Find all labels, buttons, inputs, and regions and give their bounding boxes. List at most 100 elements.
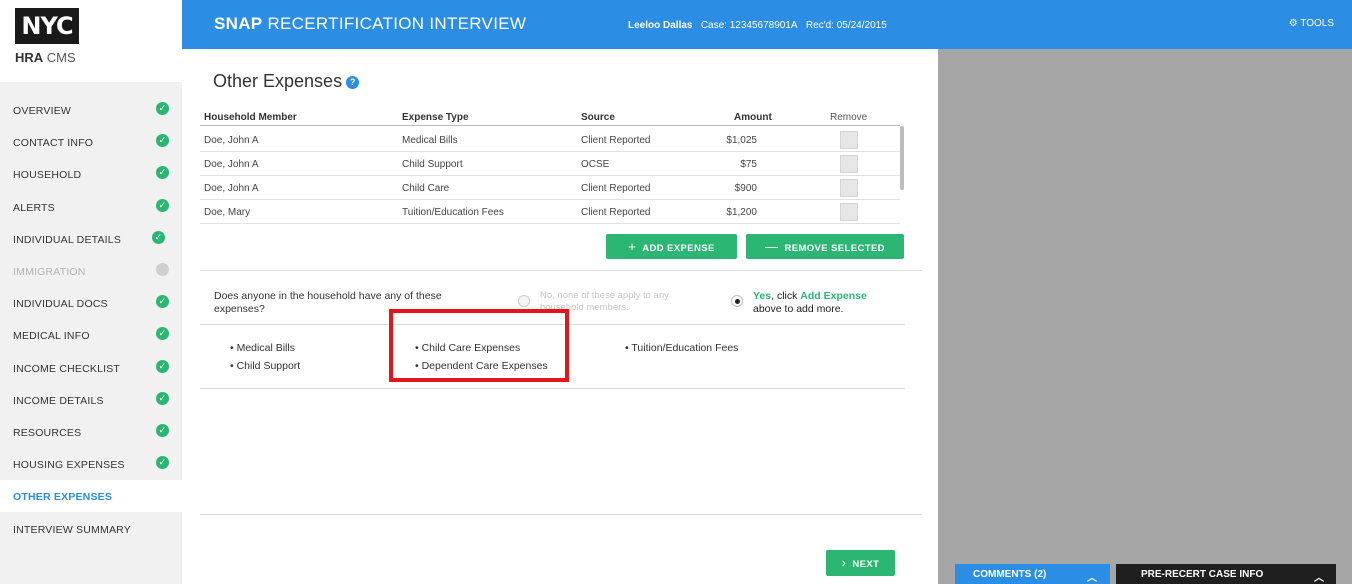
cell-amount: $75 (740, 159, 757, 170)
cell-expense-type: Tuition/Education Fees (402, 207, 504, 218)
client-name: Leeloo Dallas (628, 20, 693, 31)
comments-tab[interactable]: COMMENTS (2) ︿ (955, 564, 1110, 584)
list-item-tuition: • Tuition/Education Fees (625, 342, 739, 354)
sidebar-item-contact-info[interactable]: CONTACT INFO ✓ (0, 126, 182, 158)
sidebar-item-label: INDIVIDUAL DOCS (13, 298, 108, 311)
hra-cms-label: HRA CMS (15, 50, 76, 65)
table-row[interactable]: Doe, John A Child Support OCSE $75 (200, 152, 900, 176)
sidebar-item-housing-expenses[interactable]: HOUSING EXPENSES ✓ (0, 448, 182, 480)
sidebar-item-label: INDIVIDUAL DETAILS (13, 233, 122, 246)
col-household-member: Household Member (204, 112, 297, 123)
section-divider (200, 270, 922, 271)
add-expense-label: ADD EXPENSE (642, 243, 715, 254)
remove-checkbox[interactable] (840, 179, 858, 197)
hra-label: HRA (15, 50, 44, 65)
cell-household-member: Doe, Mary (204, 207, 251, 218)
sidebar-item-label: INTERVIEW SUMMARY (13, 523, 131, 536)
sidebar-item-household[interactable]: HOUSEHOLD ✓ (0, 158, 182, 190)
remove-checkbox[interactable] (840, 155, 858, 173)
table-row[interactable]: Doe, Mary Tuition/Education Fees Client Re… (200, 200, 900, 224)
header-bar: SNAP RECERTIFICATION INTERVIEW Leeloo Da… (182, 0, 1352, 49)
col-expense-type: Expense Type (402, 112, 469, 123)
cell-household-member: Doe, John A (204, 135, 259, 146)
right-panel (938, 49, 1352, 584)
sidebar-item-label: INCOME CHECKLIST (13, 362, 121, 375)
remove-checkbox[interactable] (840, 203, 858, 221)
tools-label: TOOLS (1300, 18, 1334, 29)
list-item-child-support: • Child Support (230, 360, 301, 372)
table-row[interactable]: Doe, John A Child Care Client Reported $900 (200, 176, 900, 200)
chevron-right-icon: › (841, 555, 847, 570)
plus-icon: + (628, 239, 637, 254)
precase-label: PRE-RECERT CASE INFO (1141, 569, 1264, 580)
sidebar-item-label: HOUSING EXPENSES (13, 459, 125, 472)
list-item-medical-bills: • Medical Bills (230, 342, 295, 354)
check-icon: ✓ (156, 134, 169, 148)
status-icon (156, 263, 169, 276)
app-title: SNAP RECERTIFICATION INTERVIEW (214, 14, 526, 34)
help-icon[interactable]: ? (346, 76, 360, 89)
sidebar-item-label: INCOME DETAILS (13, 394, 104, 407)
col-source: Source (581, 112, 615, 123)
check-icon: ✓ (156, 456, 169, 470)
next-button[interactable]: › NEXT (826, 550, 895, 576)
main-content: Other Expenses? Household Member Expense… (182, 49, 938, 584)
check-icon: ✓ (156, 327, 169, 341)
footer-divider (200, 514, 922, 515)
yes-suffix: above to add more. (753, 303, 844, 315)
sidebar-item-medical-info[interactable]: MEDICAL INFO ✓ (0, 319, 182, 351)
cell-household-member: Doe, John A (204, 159, 259, 170)
sidebar-item-income-details[interactable]: INCOME DETAILS ✓ (0, 384, 182, 416)
check-icon: ✓ (156, 391, 169, 405)
header-divider (200, 125, 900, 126)
remove-selected-button[interactable]: — REMOVE SELECTED (746, 234, 904, 259)
case-number: Case: 12345678901A (700, 20, 798, 31)
table-scrollbar[interactable] (900, 126, 904, 190)
cell-expense-type: Child Care (402, 183, 450, 194)
col-remove: Remove (830, 112, 868, 123)
cell-expense-type: Child Support (402, 159, 463, 170)
yes-text: Yes (753, 290, 772, 302)
sidebar-item-alerts[interactable]: ALERTS ✓ (0, 191, 182, 223)
sidebar-item-label: ALERTS (13, 201, 55, 214)
add-expense-button[interactable]: + ADD EXPENSE (606, 234, 737, 259)
page-title: Other Expenses? (213, 71, 360, 92)
sidebar-item-label: HOUSEHOLD (13, 169, 82, 182)
sidebar-item-label: OVERVIEW (13, 105, 72, 117)
sidebar-item-overview[interactable]: OVERVIEW ✓ (0, 94, 182, 126)
sidebar-item-other-expenses[interactable]: OTHER EXPENSES (0, 480, 182, 513)
cell-source: Client Reported (581, 183, 651, 194)
pre-recert-case-info-tab[interactable]: PRE-RECERT CASE INFO ︿ (1116, 564, 1336, 584)
remove-checkbox[interactable] (840, 131, 858, 149)
sidebar-item-interview-summary[interactable]: INTERVIEW SUMMARY (0, 513, 182, 545)
option-yes-label: Yes, click Add Expense above to add more… (753, 290, 893, 316)
sidebar-item-income-checklist[interactable]: INCOME CHECKLIST ✓ (0, 352, 182, 384)
tools-menu[interactable]: ⚙ TOOLS (1289, 18, 1334, 29)
remove-selected-label: REMOVE SELECTED (784, 243, 885, 254)
cell-expense-type: Medical Bills (402, 135, 458, 146)
table-row[interactable]: Doe, John A Medical Bills Client Reported $… (200, 128, 900, 152)
received-date: Rec'd: 05/24/2015 (805, 20, 887, 31)
check-icon: ✓ (156, 166, 169, 180)
radio-no[interactable] (518, 295, 530, 307)
add-expense-link[interactable]: Add Expense (800, 290, 867, 302)
check-icon: ✓ (156, 102, 169, 115)
next-label: NEXT (852, 559, 880, 570)
sidebar-item-individual-docs[interactable]: INDIVIDUAL DOCS ✓ (0, 287, 182, 319)
check-icon: ✓ (152, 230, 165, 244)
sidebar-item-individual-details[interactable]: INDIVIDUAL DETAILS ✓ (0, 223, 182, 255)
sidebar-item-label: RESOURCES (13, 427, 82, 439)
minus-icon: — (765, 239, 779, 254)
check-icon: ✓ (156, 424, 169, 437)
sidebar-item-resources[interactable]: RESOURCES ✓ (0, 416, 182, 448)
radio-yes[interactable] (731, 295, 743, 307)
cell-source: Client Reported (581, 207, 651, 218)
chevron-up-icon: ︿ (1314, 573, 1324, 584)
list-divider (200, 388, 905, 389)
brand-area: NYC HRA CMS (0, 0, 182, 82)
sidebar-item-immigration: IMMIGRATION (0, 255, 182, 287)
cell-source: OCSE (581, 159, 610, 170)
cell-source: Client Reported (581, 135, 651, 146)
comments-label: COMMENTS (2) (973, 569, 1047, 580)
check-icon: ✓ (156, 359, 169, 373)
